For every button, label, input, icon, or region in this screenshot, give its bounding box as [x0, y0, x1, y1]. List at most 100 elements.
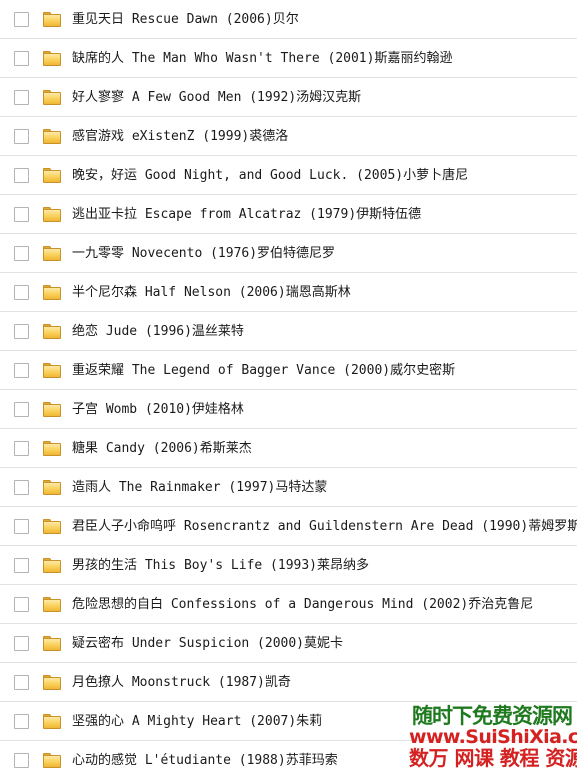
row-checkbox[interactable] — [14, 11, 29, 27]
folder-body — [43, 403, 61, 417]
row-checkbox[interactable] — [14, 206, 29, 222]
file-name-label[interactable]: 好人寥寥 A Few Good Men (1992)汤姆汉克斯 — [72, 90, 361, 105]
folder-icon — [43, 440, 61, 456]
folder-icon — [43, 518, 61, 534]
folder-body — [43, 52, 61, 66]
file-name-label[interactable]: 逃出亚卡拉 Escape from Alcatraz (1979)伊斯特伍德 — [72, 207, 421, 222]
file-row[interactable]: 好人寥寥 A Few Good Men (1992)汤姆汉克斯 — [0, 78, 577, 117]
row-checkbox[interactable] — [14, 674, 29, 690]
file-name-label[interactable]: 晚安，好运 Good Night, and Good Luck. (2005)小… — [72, 168, 468, 183]
file-name-label[interactable]: 心动的感觉 L'étudiante (1988)苏菲玛索 — [72, 753, 338, 768]
file-list: 重见天日 Rescue Dawn (2006)贝尔缺席的人 The Man Wh… — [0, 0, 577, 780]
file-name-label[interactable]: 重见天日 Rescue Dawn (2006)贝尔 — [72, 12, 299, 27]
folder-icon — [43, 206, 61, 222]
file-name-label[interactable]: 坚强的心 A Mighty Heart (2007)朱莉 — [72, 714, 322, 729]
file-row[interactable]: 感官游戏 eXistenZ (1999)裘德洛 — [0, 117, 577, 156]
row-checkbox[interactable] — [14, 479, 29, 495]
file-name-label[interactable]: 疑云密布 Under Suspicion (2000)莫妮卡 — [72, 636, 343, 651]
file-name-label[interactable]: 危险思想的自白 Confessions of a Dangerous Mind … — [72, 597, 533, 612]
row-checkbox[interactable] — [14, 323, 29, 339]
folder-body — [43, 520, 61, 534]
file-row[interactable]: 缺席的人 The Man Who Wasn't There (2001)斯嘉丽约… — [0, 39, 577, 78]
file-row[interactable]: 一九零零 Novecento (1976)罗伯特德尼罗 — [0, 234, 577, 273]
file-row[interactable]: 男孩的生活 This Boy's Life (1993)莱昂纳多 — [0, 546, 577, 585]
file-row[interactable]: 心动的感觉 L'étudiante (1988)苏菲玛索 — [0, 741, 577, 780]
file-name-label[interactable]: 重返荣耀 The Legend of Bagger Vance (2000)威尔… — [72, 363, 455, 378]
file-name-label[interactable]: 半个尼尔森 Half Nelson (2006)瑞恩高斯林 — [72, 285, 351, 300]
folder-icon — [43, 50, 61, 66]
folder-icon — [43, 128, 61, 144]
file-row[interactable]: 绝恋 Jude (1996)温丝莱特 — [0, 312, 577, 351]
file-name-label[interactable]: 一九零零 Novecento (1976)罗伯特德尼罗 — [72, 246, 335, 261]
folder-icon — [43, 89, 61, 105]
folder-body — [43, 715, 61, 729]
row-checkbox[interactable] — [14, 89, 29, 105]
folder-body — [43, 559, 61, 573]
file-row[interactable]: 半个尼尔森 Half Nelson (2006)瑞恩高斯林 — [0, 273, 577, 312]
folder-icon — [43, 635, 61, 651]
file-name-label[interactable]: 君臣人子小命呜呼 Rosencrantz and Guildenstern Ar… — [72, 519, 577, 534]
row-checkbox[interactable] — [14, 167, 29, 183]
folder-icon — [43, 557, 61, 573]
folder-icon — [43, 753, 61, 768]
folder-body — [43, 598, 61, 612]
row-checkbox[interactable] — [14, 596, 29, 612]
row-checkbox[interactable] — [14, 440, 29, 456]
file-row[interactable]: 重返荣耀 The Legend of Bagger Vance (2000)威尔… — [0, 351, 577, 390]
row-checkbox[interactable] — [14, 713, 29, 729]
folder-body — [43, 91, 61, 105]
file-name-label[interactable]: 子宫 Womb (2010)伊娃格林 — [72, 402, 244, 417]
file-row[interactable]: 糖果 Candy (2006)希斯莱杰 — [0, 429, 577, 468]
folder-icon — [43, 596, 61, 612]
row-checkbox[interactable] — [14, 635, 29, 651]
folder-icon — [43, 674, 61, 690]
folder-body — [43, 676, 61, 690]
folder-body — [43, 169, 61, 183]
file-row[interactable]: 晚安，好运 Good Night, and Good Luck. (2005)小… — [0, 156, 577, 195]
file-row[interactable]: 子宫 Womb (2010)伊娃格林 — [0, 390, 577, 429]
file-name-label[interactable]: 缺席的人 The Man Who Wasn't There (2001)斯嘉丽约… — [72, 51, 452, 66]
folder-icon — [43, 479, 61, 495]
file-row[interactable]: 疑云密布 Under Suspicion (2000)莫妮卡 — [0, 624, 577, 663]
file-name-label[interactable]: 造雨人 The Rainmaker (1997)马特达蒙 — [72, 480, 327, 495]
file-name-label[interactable]: 月色撩人 Moonstruck (1987)凯奇 — [72, 675, 291, 690]
row-checkbox[interactable] — [14, 284, 29, 300]
folder-body — [43, 286, 61, 300]
folder-body — [43, 325, 61, 339]
file-row[interactable]: 君臣人子小命呜呼 Rosencrantz and Guildenstern Ar… — [0, 507, 577, 546]
folder-body — [43, 247, 61, 261]
folder-body — [43, 637, 61, 651]
folder-icon — [43, 284, 61, 300]
folder-body — [43, 13, 61, 27]
folder-icon — [43, 323, 61, 339]
folder-icon — [43, 11, 61, 27]
file-name-label[interactable]: 感官游戏 eXistenZ (1999)裘德洛 — [72, 129, 288, 144]
row-checkbox[interactable] — [14, 753, 29, 768]
row-checkbox[interactable] — [14, 401, 29, 417]
row-checkbox[interactable] — [14, 50, 29, 66]
folder-icon — [43, 167, 61, 183]
file-name-label[interactable]: 男孩的生活 This Boy's Life (1993)莱昂纳多 — [72, 558, 369, 573]
file-row[interactable]: 危险思想的自白 Confessions of a Dangerous Mind … — [0, 585, 577, 624]
folder-icon — [43, 401, 61, 417]
file-row[interactable]: 造雨人 The Rainmaker (1997)马特达蒙 — [0, 468, 577, 507]
folder-body — [43, 481, 61, 495]
folder-body — [43, 208, 61, 222]
row-checkbox[interactable] — [14, 557, 29, 573]
folder-body — [43, 442, 61, 456]
folder-icon — [43, 362, 61, 378]
row-checkbox[interactable] — [14, 245, 29, 261]
file-row[interactable]: 坚强的心 A Mighty Heart (2007)朱莉 — [0, 702, 577, 741]
row-checkbox[interactable] — [14, 518, 29, 534]
file-name-label[interactable]: 糖果 Candy (2006)希斯莱杰 — [72, 441, 252, 456]
folder-icon — [43, 245, 61, 261]
row-checkbox[interactable] — [14, 128, 29, 144]
file-row[interactable]: 月色撩人 Moonstruck (1987)凯奇 — [0, 663, 577, 702]
file-row[interactable]: 逃出亚卡拉 Escape from Alcatraz (1979)伊斯特伍德 — [0, 195, 577, 234]
row-checkbox[interactable] — [14, 362, 29, 378]
folder-body — [43, 755, 61, 768]
folder-icon — [43, 713, 61, 729]
file-name-label[interactable]: 绝恋 Jude (1996)温丝莱特 — [72, 324, 244, 339]
folder-body — [43, 130, 61, 144]
file-row[interactable]: 重见天日 Rescue Dawn (2006)贝尔 — [0, 0, 577, 39]
